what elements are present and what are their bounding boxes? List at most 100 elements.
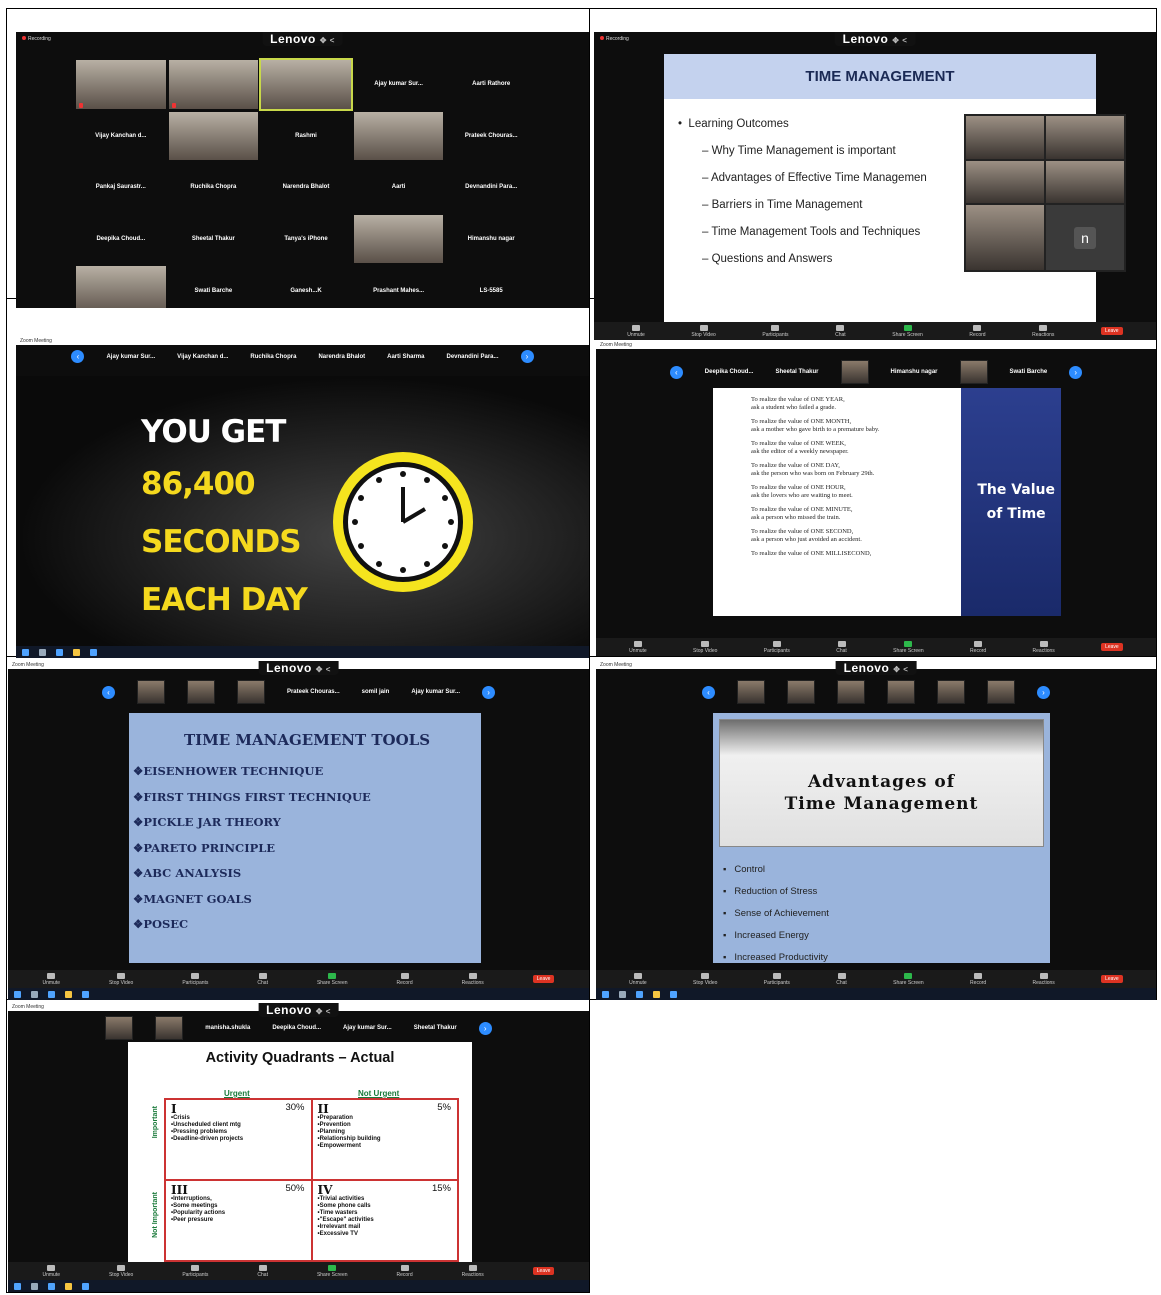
browser-icon[interactable]: [48, 990, 55, 998]
share-screen-button[interactable]: Share Screen: [317, 1264, 348, 1278]
start-icon[interactable]: [602, 990, 609, 998]
participant-video[interactable]: [353, 111, 444, 161]
participants-button[interactable]: Participants: [182, 972, 208, 986]
reactions-button[interactable]: Reactions: [462, 1264, 484, 1278]
record-button[interactable]: Record: [969, 324, 986, 338]
participant-video[interactable]: [186, 680, 215, 704]
previous-page-icon[interactable]: ‹: [702, 685, 715, 699]
participant-video[interactable]: [155, 1016, 184, 1040]
participants-button[interactable]: Participants: [182, 1264, 208, 1278]
chat-button[interactable]: Chat: [257, 972, 268, 986]
participant-tile[interactable]: LS-5585: [446, 266, 536, 308]
chat-button[interactable]: Chat: [836, 972, 847, 986]
participant-video[interactable]: [168, 60, 259, 109]
leave-button[interactable]: Leave: [1101, 975, 1123, 983]
participant-video[interactable]: [966, 160, 1044, 204]
participant-tile[interactable]: Aarti: [354, 163, 444, 212]
zoom-app-icon[interactable]: [90, 648, 97, 656]
reactions-button[interactable]: Reactions: [462, 972, 484, 986]
record-button[interactable]: Record: [970, 972, 986, 986]
participant-tile[interactable]: Ganesh...K: [261, 266, 351, 308]
chat-button[interactable]: Chat: [257, 1264, 268, 1278]
browser-icon[interactable]: [48, 1282, 55, 1290]
participant-tile[interactable]: Deepika Choud...: [76, 215, 166, 264]
participant-video[interactable]: [887, 680, 915, 704]
stop-video-button[interactable]: Stop Video: [109, 972, 133, 986]
participant-tile[interactable]: Rashmi: [261, 112, 351, 161]
participant-tile[interactable]: Himanshu nagar: [446, 215, 536, 264]
share-screen-button[interactable]: Share Screen: [893, 640, 924, 654]
record-button[interactable]: Record: [396, 972, 413, 986]
unmute-button[interactable]: Unmute: [629, 972, 647, 986]
participant-video[interactable]: [966, 116, 1044, 159]
next-page-icon[interactable]: ›: [520, 350, 534, 363]
search-icon[interactable]: [31, 1282, 38, 1290]
participant-video[interactable]: [966, 205, 1044, 270]
zoom-app-icon[interactable]: [82, 1282, 89, 1290]
browser-icon[interactable]: [636, 990, 643, 998]
participant-video[interactable]: [840, 360, 869, 384]
leave-button[interactable]: Leave: [1100, 327, 1123, 335]
participant-video[interactable]: [737, 680, 765, 704]
participant-tile[interactable]: Ajay kumar Sur...: [354, 60, 444, 109]
search-icon[interactable]: [31, 990, 38, 998]
leave-button[interactable]: Leave: [532, 975, 555, 983]
start-icon[interactable]: [14, 990, 21, 998]
previous-page-icon[interactable]: ‹: [71, 350, 85, 363]
record-button[interactable]: Record: [396, 1264, 413, 1278]
participant-tile[interactable]: Aarti Rathore: [446, 60, 536, 109]
reactions-button[interactable]: Reactions: [1033, 640, 1055, 654]
participant-video[interactable]: [76, 60, 166, 109]
participant-video[interactable]: [959, 360, 988, 384]
next-page-icon[interactable]: ›: [478, 1021, 492, 1035]
participant-video[interactable]: [105, 1016, 134, 1040]
start-icon[interactable]: [14, 1282, 21, 1290]
next-page-icon[interactable]: ›: [1037, 685, 1050, 699]
participant-video[interactable]: [168, 111, 259, 161]
participant-tile[interactable]: Prashant Mahes...: [354, 266, 444, 308]
reactions-button[interactable]: Reactions: [1033, 972, 1055, 986]
participant-video[interactable]: [76, 266, 166, 308]
share-screen-button[interactable]: Share Screen: [892, 324, 923, 338]
participant-tile[interactable]: Swati Barche: [169, 266, 259, 308]
participant-video[interactable]: [353, 214, 444, 264]
folder-icon[interactable]: [65, 990, 72, 998]
chat-button[interactable]: Chat: [835, 324, 846, 338]
participant-tile[interactable]: Devnandini Para...: [446, 163, 536, 212]
participant-video[interactable]: [1046, 160, 1124, 204]
unmute-button[interactable]: Unmute: [629, 640, 647, 654]
folder-icon[interactable]: [653, 990, 660, 998]
active-speaker-video[interactable]: [259, 58, 353, 111]
chat-button[interactable]: Chat: [836, 640, 847, 654]
participant-video[interactable]: [236, 680, 265, 704]
participant-tile[interactable]: Prateek Chouras...: [446, 112, 536, 161]
stop-video-button[interactable]: Stop Video: [109, 1264, 133, 1278]
stop-video-button[interactable]: Stop Video: [693, 640, 717, 654]
record-button[interactable]: Record: [970, 640, 986, 654]
previous-page-icon[interactable]: ‹: [101, 685, 115, 699]
next-page-icon[interactable]: ›: [1069, 365, 1083, 379]
start-icon[interactable]: [22, 648, 29, 656]
next-page-icon[interactable]: ›: [482, 685, 496, 699]
zoom-app-icon[interactable]: [670, 990, 677, 998]
participant-tile[interactable]: Sheetal Thakur: [169, 215, 259, 264]
participant-tile[interactable]: Vijay Kanchan d...: [76, 112, 166, 161]
unmute-button[interactable]: Unmute: [627, 324, 645, 338]
leave-button[interactable]: Leave: [532, 1267, 555, 1275]
stop-video-button[interactable]: Stop Video: [693, 972, 717, 986]
folder-icon[interactable]: [65, 1282, 72, 1290]
participant-video[interactable]: [1046, 116, 1124, 159]
participants-button[interactable]: Participants: [764, 640, 790, 654]
participant-tile[interactable]: Ruchika Chopra: [169, 163, 259, 212]
participant-video[interactable]: [937, 680, 965, 704]
stop-video-button[interactable]: Stop Video: [691, 324, 716, 338]
participant-video[interactable]: [837, 680, 865, 704]
participant-tile[interactable]: Tanya's iPhone: [261, 215, 351, 264]
folder-icon[interactable]: [73, 648, 80, 656]
participant-video[interactable]: [136, 680, 165, 704]
reactions-button[interactable]: Reactions: [1032, 324, 1054, 338]
participant-tile[interactable]: Narendra Bhalot: [261, 163, 351, 212]
share-screen-button[interactable]: Share Screen: [317, 972, 348, 986]
search-icon[interactable]: [619, 990, 626, 998]
browser-icon[interactable]: [56, 648, 63, 656]
